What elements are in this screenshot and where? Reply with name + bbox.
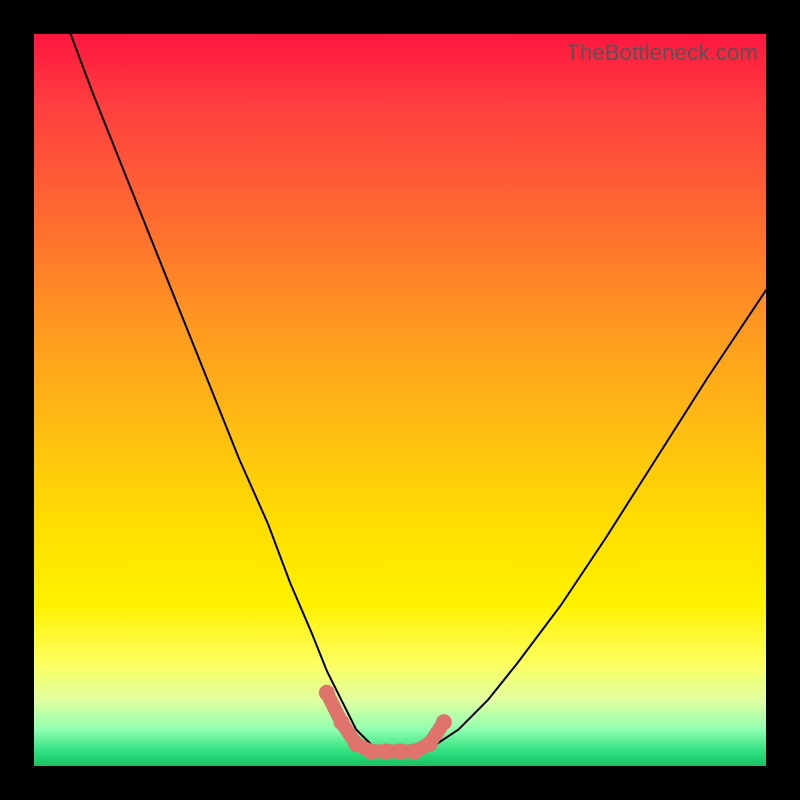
marker-dot bbox=[377, 743, 393, 759]
chart-frame: TheBottleneck.com bbox=[0, 0, 800, 800]
marker-dot bbox=[333, 714, 349, 730]
plot-area: TheBottleneck.com bbox=[34, 34, 766, 766]
marker-dot bbox=[363, 743, 379, 759]
marker-dot bbox=[421, 736, 437, 752]
curve-layer bbox=[34, 34, 766, 766]
marker-dot bbox=[436, 714, 452, 730]
marker-dot bbox=[407, 743, 423, 759]
bottleneck-curve bbox=[71, 34, 766, 751]
marker-dot bbox=[348, 736, 364, 752]
marker-dot bbox=[392, 743, 408, 759]
marker-dot bbox=[319, 685, 335, 701]
